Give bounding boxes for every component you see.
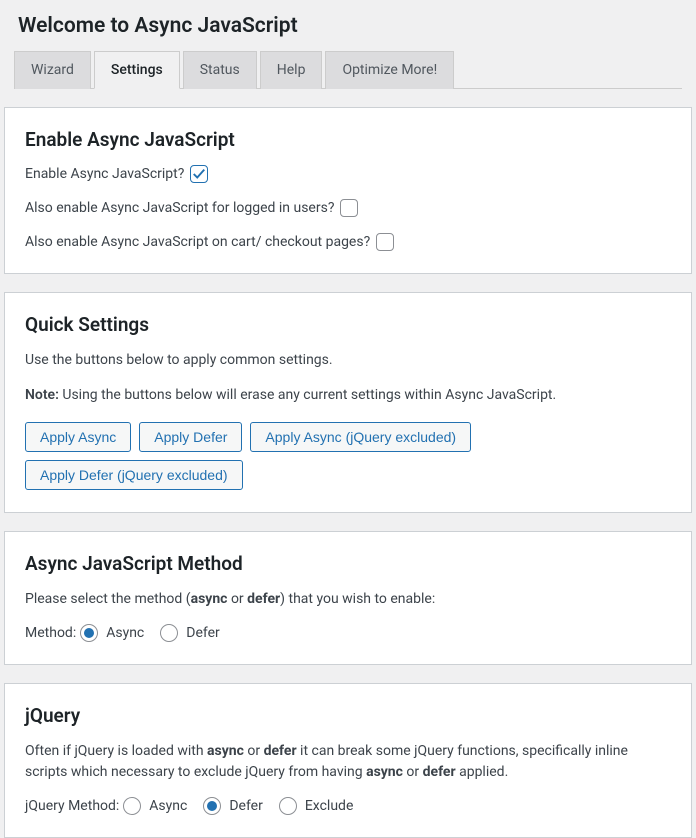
- apply-async-jq-button[interactable]: Apply Async (jQuery excluded): [250, 422, 471, 452]
- jquery-heading: jQuery: [25, 704, 671, 727]
- jq-d8: defer: [423, 764, 456, 780]
- jq-d6: async: [366, 764, 403, 780]
- enable-heading: Enable Async JavaScript: [25, 128, 671, 151]
- enable-panel: Enable Async JavaScript Enable Async Jav…: [4, 107, 692, 274]
- enable-checkbox[interactable]: [190, 165, 208, 183]
- jq-d1: Often if jQuery is loaded with: [25, 743, 207, 759]
- quick-note: Note: Using the buttons below will erase…: [25, 385, 671, 406]
- logged-in-label: Also enable Async JavaScript for logged …: [25, 200, 334, 216]
- jq-d4: defer: [264, 743, 297, 759]
- enable-label: Enable Async JavaScript?: [25, 166, 184, 182]
- jquery-exclude-label: Exclude: [305, 798, 354, 814]
- tab-help[interactable]: Help: [260, 51, 323, 89]
- jq-d3: or: [244, 743, 264, 759]
- quick-panel: Quick Settings Use the buttons below to …: [4, 292, 692, 513]
- page-title: Welcome to Async JavaScript: [0, 0, 696, 50]
- method-radio-group: Async Defer: [76, 624, 228, 642]
- jquery-async-label: Async: [149, 798, 187, 814]
- jquery-method-label: jQuery Method:: [25, 798, 119, 814]
- method-row: Method: Async Defer: [25, 624, 671, 642]
- apply-defer-button[interactable]: Apply Defer: [139, 422, 242, 452]
- tab-optimize[interactable]: Optimize More!: [325, 51, 454, 89]
- jquery-defer-label: Defer: [229, 798, 262, 814]
- tab-status[interactable]: Status: [183, 51, 257, 89]
- method-desc-async: async: [191, 591, 228, 607]
- method-desc: Please select the method (async or defer…: [25, 589, 671, 610]
- method-defer-label: Defer: [186, 625, 219, 641]
- method-desc-post: ) that you wish to enable:: [280, 591, 435, 607]
- note-prefix: Note:: [25, 387, 59, 403]
- method-panel: Async JavaScript Method Please select th…: [4, 531, 692, 665]
- cart-row: Also enable Async JavaScript on cart/ ch…: [25, 233, 671, 251]
- tabs: Wizard Settings Status Help Optimize Mor…: [14, 50, 682, 89]
- note-text: Using the buttons below will erase any c…: [59, 387, 556, 403]
- check-icon: [192, 167, 206, 181]
- method-async-label: Async: [106, 625, 144, 641]
- quick-buttons: Apply Async Apply Defer Apply Async (jQu…: [25, 422, 671, 490]
- jquery-panel: jQuery Often if jQuery is loaded with as…: [4, 683, 692, 838]
- cart-label: Also enable Async JavaScript on cart/ ch…: [25, 234, 370, 250]
- logged-in-checkbox[interactable]: [340, 199, 358, 217]
- tab-wizard[interactable]: Wizard: [14, 51, 91, 89]
- method-desc-pre: Please select the method (: [25, 591, 191, 607]
- quick-desc: Use the buttons below to apply common se…: [25, 350, 671, 371]
- method-heading: Async JavaScript Method: [25, 552, 671, 575]
- method-desc-defer: defer: [247, 591, 280, 607]
- method-label: Method:: [25, 625, 76, 641]
- apply-async-button[interactable]: Apply Async: [25, 422, 131, 452]
- logged-in-row: Also enable Async JavaScript for logged …: [25, 199, 671, 217]
- jquery-desc: Often if jQuery is loaded with async or …: [25, 741, 671, 783]
- jq-d2: async: [207, 743, 244, 759]
- apply-defer-jq-button[interactable]: Apply Defer (jQuery excluded): [25, 460, 243, 490]
- method-async-radio[interactable]: [80, 624, 98, 642]
- jq-d9: applied.: [456, 764, 509, 780]
- method-defer-radio[interactable]: [160, 624, 178, 642]
- tab-settings[interactable]: Settings: [94, 51, 180, 89]
- jq-d7: or: [403, 764, 423, 780]
- enable-row: Enable Async JavaScript?: [25, 165, 671, 183]
- quick-heading: Quick Settings: [25, 313, 671, 336]
- cart-checkbox[interactable]: [376, 233, 394, 251]
- method-desc-or: or: [227, 591, 247, 607]
